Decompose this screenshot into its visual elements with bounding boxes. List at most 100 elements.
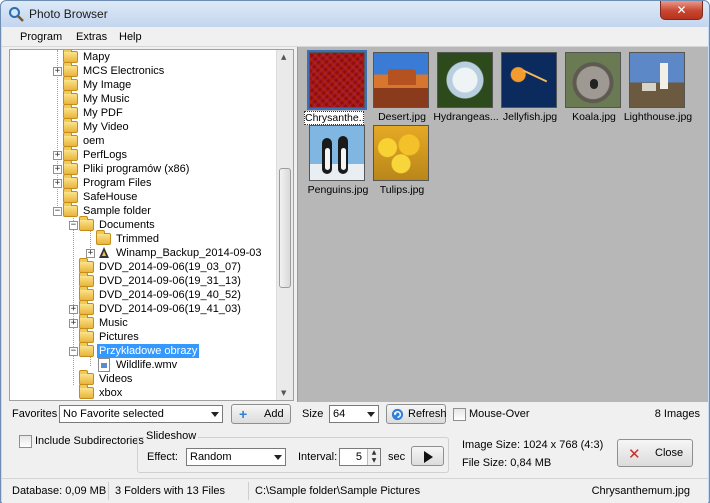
- favorites-value: No Favorite selected: [63, 408, 164, 420]
- tree-item[interactable]: SafeHouse: [10, 188, 275, 204]
- collapse-icon[interactable]: −: [53, 207, 62, 216]
- tree-item[interactable]: + PerfLogs: [10, 146, 275, 162]
- play-slideshow-button[interactable]: [411, 446, 444, 466]
- tree-item[interactable]: + MCS Electronics: [10, 62, 275, 78]
- thumbnail-lighthouse[interactable]: Lighthouse.jpg: [624, 52, 692, 126]
- close-icon: ✕: [628, 445, 641, 463]
- menu-help[interactable]: Help: [119, 31, 142, 43]
- add-favorite-button[interactable]: + Add: [231, 404, 291, 424]
- scroll-up-icon[interactable]: ▲: [281, 53, 286, 61]
- tree-item[interactable]: xbox: [10, 384, 275, 400]
- size-label: Size: [302, 408, 324, 420]
- thumbnail-jellyfish[interactable]: Jellyfish.jpg: [497, 52, 563, 126]
- tree-item[interactable]: Pictures: [10, 328, 275, 344]
- expand-icon[interactable]: +: [53, 165, 62, 174]
- photo-browser-window: Photo Browser ✕ Program Extras Help Mapy…: [0, 0, 710, 503]
- add-button-label: Add: [264, 408, 284, 420]
- chevron-down-icon: [211, 412, 219, 417]
- thumbnail-image: [565, 52, 621, 108]
- window-close-button[interactable]: ✕: [660, 1, 703, 20]
- size-value: 64: [333, 408, 346, 420]
- tree-scrollbar[interactable]: ▲ ▼: [276, 50, 293, 400]
- tree-item[interactable]: + Program Files: [10, 174, 275, 190]
- tree-item[interactable]: + Pliki programów (x86): [10, 160, 275, 176]
- thumbnail-penguins[interactable]: Penguins.jpg: [305, 125, 371, 199]
- favorites-label: Favorites: [12, 408, 58, 420]
- thumbnail-chrysanthemum[interactable]: Chrysanthe...: [304, 50, 371, 126]
- mouseover-checkbox[interactable]: [453, 408, 466, 421]
- spin-up-icon[interactable]: ▲: [368, 449, 380, 457]
- expand-icon[interactable]: +: [53, 67, 62, 76]
- size-dropdown[interactable]: 64: [329, 405, 379, 423]
- sec-label: sec: [388, 451, 406, 463]
- thumbnail-hydrangeas[interactable]: Hydrangeas...: [433, 52, 499, 126]
- thumbnail-image: [437, 52, 493, 108]
- tree-item[interactable]: Videos: [10, 370, 275, 386]
- thumbnail-image: [501, 52, 557, 108]
- tree-item[interactable]: Wildlife.wmv: [10, 358, 275, 372]
- tree-item[interactable]: DVD_2014-09-06(19_31_13): [10, 272, 275, 288]
- tree-item-selected[interactable]: − Przykładowe obrazy: [10, 342, 275, 359]
- tree-item[interactable]: Trimmed: [10, 230, 275, 246]
- expand-icon[interactable]: +: [69, 319, 78, 328]
- expand-icon[interactable]: +: [53, 151, 62, 160]
- file-size-info: File Size: 0,84 MB: [462, 457, 552, 469]
- tree-item[interactable]: + Winamp_Backup_2014-09-03: [10, 246, 275, 260]
- menu-extras[interactable]: Extras: [76, 31, 107, 43]
- thumbnail-caption: Lighthouse.jpg: [623, 111, 693, 123]
- tree-item[interactable]: My Image: [10, 76, 275, 92]
- include-subdirectories-checkbox[interactable]: [19, 435, 32, 448]
- tree-item[interactable]: oem: [10, 132, 275, 148]
- folder-icon: [96, 230, 111, 245]
- menu-program[interactable]: Program: [20, 31, 62, 43]
- tree-item[interactable]: Mapy: [10, 50, 275, 64]
- status-folders: 3 Folders with 13 Files: [115, 485, 226, 497]
- interval-spinner[interactable]: 5 ▲ ▼: [339, 448, 381, 466]
- interval-value: 5: [355, 451, 362, 463]
- folder-tree[interactable]: Mapy + MCS Electronics My Image My Music…: [9, 49, 294, 401]
- video-file-icon: [98, 358, 110, 372]
- image-size-info: Image Size: 1024 x 768 (4:3): [462, 439, 604, 451]
- spinner-buttons[interactable]: ▲ ▼: [367, 449, 380, 465]
- interval-label: Interval:: [298, 451, 338, 463]
- spin-down-icon[interactable]: ▼: [368, 457, 380, 465]
- tree-item[interactable]: − Sample folder: [10, 202, 275, 218]
- collapse-icon[interactable]: −: [69, 221, 78, 230]
- refresh-button[interactable]: Refresh: [386, 404, 447, 424]
- thumbnail-caption: Chrysanthe...: [304, 111, 364, 125]
- collapse-icon[interactable]: −: [69, 347, 78, 356]
- scroll-thumb[interactable]: [279, 168, 291, 288]
- tree-item[interactable]: DVD_2014-09-06(19_03_07): [10, 258, 275, 274]
- client-area: Mapy + MCS Electronics My Image My Music…: [2, 47, 708, 503]
- close-button-label: Close: [655, 447, 684, 459]
- status-path: C:\Sample folder\Sample Pictures: [255, 485, 421, 497]
- effect-value: Random: [190, 451, 232, 463]
- mouseover-label: Mouse-Over: [469, 408, 530, 420]
- tree-item[interactable]: + DVD_2014-09-06(19_41_03): [10, 300, 275, 316]
- effect-dropdown[interactable]: Random: [186, 448, 286, 466]
- thumbnail-desert[interactable]: Desert.jpg: [369, 52, 435, 126]
- tree-item[interactable]: My PDF: [10, 104, 275, 120]
- close-button[interactable]: ✕ Close: [617, 439, 693, 467]
- refresh-button-label: Refresh: [408, 408, 447, 420]
- expand-icon[interactable]: +: [86, 249, 95, 258]
- tree-item[interactable]: My Music: [10, 90, 275, 106]
- tree-item[interactable]: My Video: [10, 118, 275, 134]
- title-bar[interactable]: Photo Browser ✕: [1, 1, 709, 27]
- play-icon: [424, 451, 433, 463]
- favorites-dropdown[interactable]: No Favorite selected: [59, 405, 223, 423]
- thumbnail-koala[interactable]: Koala.jpg: [561, 52, 627, 126]
- plus-icon: +: [239, 406, 248, 422]
- thumbnail-image: [307, 50, 367, 110]
- tree-item[interactable]: DVD_2014-09-06(19_40_52): [10, 286, 275, 302]
- thumbnail-image: [373, 52, 429, 108]
- scroll-down-icon[interactable]: ▼: [281, 389, 286, 397]
- expand-icon[interactable]: +: [69, 305, 78, 314]
- tree-item[interactable]: + Music: [10, 314, 275, 330]
- expand-icon[interactable]: +: [53, 179, 62, 188]
- thumbnail-tulips[interactable]: Tulips.jpg: [369, 125, 435, 199]
- tree-item[interactable]: − Documents: [10, 216, 275, 232]
- folder-icon: [79, 342, 94, 357]
- menu-bar: Program Extras Help: [2, 27, 708, 47]
- refresh-icon: [391, 408, 404, 421]
